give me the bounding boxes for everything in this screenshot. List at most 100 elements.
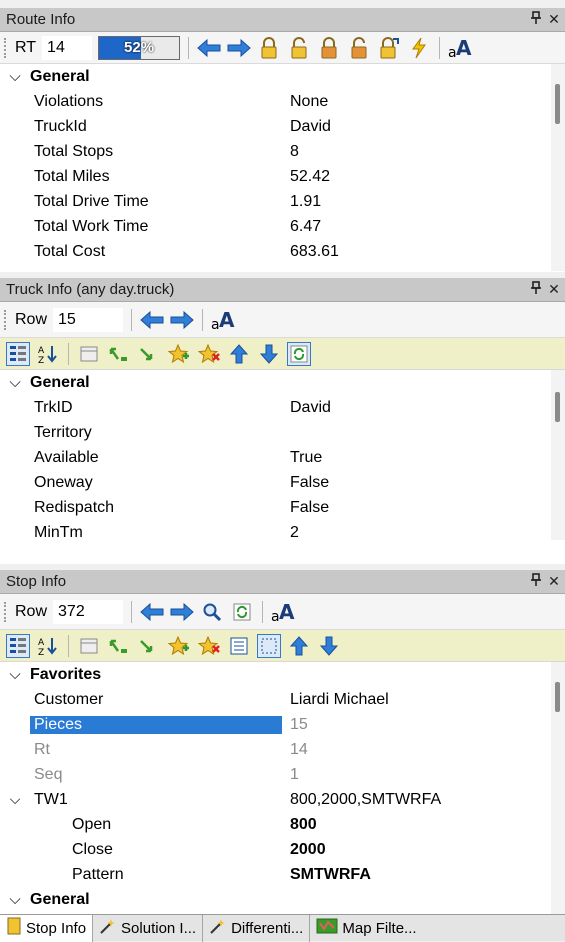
- category-general[interactable]: ⌵ General: [0, 887, 565, 912]
- arrow-right-icon[interactable]: [170, 308, 194, 332]
- property-value[interactable]: 15: [282, 716, 565, 734]
- property-value[interactable]: 800: [282, 816, 565, 834]
- search-icon[interactable]: [200, 600, 224, 624]
- lock-export-icon[interactable]: [377, 36, 401, 60]
- remove-favorite-icon[interactable]: [197, 634, 221, 658]
- property-row[interactable]: Oneway False: [0, 470, 565, 495]
- category-general[interactable]: ⌵ General: [0, 64, 565, 89]
- row-input[interactable]: 372: [53, 599, 124, 624]
- chevron-down-icon[interactable]: ⌵: [0, 891, 30, 908]
- scrollbar[interactable]: [551, 662, 565, 914]
- property-row[interactable]: Pattern SMTWRFA: [0, 862, 565, 887]
- property-row[interactable]: Customer Liardi Michael: [0, 687, 565, 712]
- property-value[interactable]: 800,2000,SMTWRFA: [282, 791, 565, 809]
- expand-icon[interactable]: [107, 342, 131, 366]
- chevron-down-icon[interactable]: ⌵: [0, 374, 30, 391]
- font-size-icon[interactable]: aA: [271, 600, 295, 624]
- pin-icon[interactable]: [527, 11, 545, 28]
- unlock-all-icon[interactable]: [347, 36, 371, 60]
- categorized-view-icon[interactable]: [6, 341, 30, 366]
- scrollbar[interactable]: [551, 370, 565, 540]
- lightning-icon[interactable]: [407, 36, 431, 60]
- property-value[interactable]: False: [282, 499, 565, 517]
- property-value[interactable]: 2000: [282, 841, 565, 859]
- lock-all-icon[interactable]: [317, 36, 341, 60]
- property-value[interactable]: 1: [282, 766, 565, 784]
- property-row[interactable]: Open 800: [0, 812, 565, 837]
- select-area-icon[interactable]: [257, 633, 281, 658]
- property-value[interactable]: SMTWRFA: [282, 866, 565, 884]
- property-value[interactable]: David: [282, 118, 565, 136]
- property-row[interactable]: Close 2000: [0, 837, 565, 862]
- chevron-down-icon[interactable]: ⌵: [0, 791, 30, 808]
- row-input[interactable]: 15: [53, 307, 124, 332]
- add-favorite-icon[interactable]: [167, 342, 191, 366]
- property-row[interactable]: Redispatch False: [0, 495, 565, 520]
- property-value[interactable]: True: [282, 449, 565, 467]
- categorized-view-icon[interactable]: [6, 633, 30, 658]
- tab-solution-info[interactable]: Solution I...: [93, 914, 204, 942]
- scrollbar[interactable]: [551, 64, 565, 271]
- property-row[interactable]: Seq 1: [0, 762, 565, 787]
- refresh-icon[interactable]: [287, 341, 311, 366]
- toolbar-grip[interactable]: [4, 309, 7, 330]
- close-icon[interactable]: ✕: [545, 11, 563, 28]
- property-value[interactable]: None: [282, 93, 565, 111]
- chevron-down-icon[interactable]: ⌵: [0, 666, 30, 683]
- expand-icon[interactable]: [107, 634, 131, 658]
- category-general[interactable]: ⌵ General: [0, 370, 565, 395]
- details-icon[interactable]: [227, 634, 251, 658]
- property-row[interactable]: Territory: [0, 420, 565, 445]
- toolbar-grip[interactable]: [4, 37, 7, 58]
- arrow-right-icon[interactable]: [227, 36, 251, 60]
- collapse-icon[interactable]: [137, 342, 161, 366]
- toolbar-grip[interactable]: [4, 601, 7, 622]
- property-row[interactable]: Total Stops 8: [0, 139, 565, 164]
- add-favorite-icon[interactable]: [167, 634, 191, 658]
- property-row[interactable]: Total Miles 52.42: [0, 164, 565, 189]
- unlock-icon[interactable]: [287, 36, 311, 60]
- property-value[interactable]: 6.47: [282, 218, 565, 236]
- property-value[interactable]: 14: [282, 741, 565, 759]
- category-favorites[interactable]: ⌵ Favorites: [0, 662, 565, 687]
- property-row[interactable]: Available True: [0, 445, 565, 470]
- scrollbar-thumb[interactable]: [555, 392, 560, 422]
- chevron-down-icon[interactable]: ⌵: [0, 68, 30, 85]
- property-pages-icon[interactable]: [77, 634, 101, 658]
- move-up-icon[interactable]: [287, 634, 311, 658]
- property-value[interactable]: False: [282, 474, 565, 492]
- property-row[interactable]: Total Drive Time 1.91: [0, 189, 565, 214]
- lock-icon[interactable]: [257, 36, 281, 60]
- property-row[interactable]: Violations None: [0, 89, 565, 114]
- font-size-icon[interactable]: aA: [211, 308, 235, 332]
- scrollbar-thumb[interactable]: [555, 682, 560, 712]
- property-pages-icon[interactable]: [77, 342, 101, 366]
- property-value[interactable]: 1.91: [282, 193, 565, 211]
- property-value[interactable]: Liardi Michael: [282, 691, 565, 709]
- sort-az-icon[interactable]: AZ: [36, 634, 60, 658]
- tab-differential[interactable]: Differenti...: [203, 914, 311, 942]
- property-row[interactable]: TruckId David: [0, 114, 565, 139]
- property-row[interactable]: Total Work Time 6.47: [0, 214, 565, 239]
- move-up-icon[interactable]: [227, 342, 251, 366]
- refresh-icon[interactable]: [230, 600, 254, 624]
- arrow-left-icon[interactable]: [197, 36, 221, 60]
- property-value[interactable]: 52.42: [282, 168, 565, 186]
- property-row[interactable]: Total Cost 683.61: [0, 239, 565, 264]
- sort-az-icon[interactable]: AZ: [36, 342, 60, 366]
- font-size-icon[interactable]: aA: [448, 36, 472, 60]
- stop-info-titlebar[interactable]: Stop Info ✕: [0, 570, 565, 594]
- rt-input[interactable]: 14: [42, 35, 93, 60]
- property-value[interactable]: 683.61: [282, 243, 565, 261]
- close-icon[interactable]: ✕: [545, 281, 563, 298]
- property-row[interactable]: Pieces 15: [0, 712, 565, 737]
- property-value[interactable]: David: [282, 399, 565, 417]
- property-value[interactable]: 2: [282, 524, 565, 541]
- pin-icon[interactable]: [527, 573, 545, 590]
- tab-map-filter[interactable]: Map Filte...: [310, 915, 422, 942]
- arrow-left-icon[interactable]: [140, 308, 164, 332]
- property-row[interactable]: TrkID David: [0, 395, 565, 420]
- route-info-titlebar[interactable]: Route Info ✕: [0, 8, 565, 32]
- tab-stop-info[interactable]: Stop Info: [0, 914, 94, 942]
- truck-info-titlebar[interactable]: Truck Info (any day.truck) ✕: [0, 278, 565, 302]
